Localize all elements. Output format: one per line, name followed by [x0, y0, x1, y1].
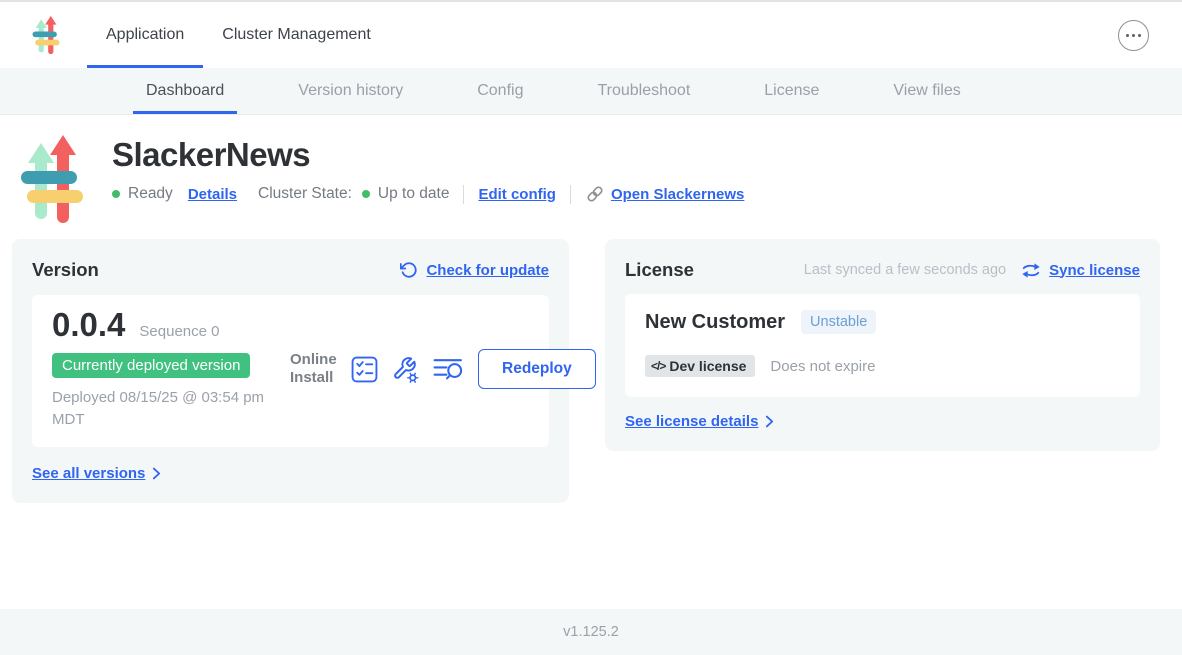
check-for-update-link[interactable]: Check for update [400, 261, 549, 279]
details-link[interactable]: Details [188, 186, 237, 203]
tab-application[interactable]: Application [87, 2, 203, 68]
top-nav-tabs: Application Cluster Management [87, 2, 390, 68]
channel-badge: Unstable [801, 310, 876, 334]
ellipsis-menu-icon[interactable] [1118, 20, 1149, 51]
config-wrench-icon[interactable] [392, 356, 419, 383]
green-status-dot [112, 190, 120, 198]
license-card-title: License [625, 259, 694, 281]
app-sub-navigation: Dashboard Version history Config Trouble… [0, 68, 1182, 115]
license-expiry: Does not expire [770, 358, 875, 375]
current-version-panel: 0.0.4 Sequence 0 Currently deployed vers… [32, 295, 549, 447]
customer-name: New Customer [645, 311, 785, 334]
divider [463, 185, 464, 204]
version-info-column: 0.0.4 Sequence 0 Currently deployed vers… [52, 308, 290, 431]
preflight-checklist-icon[interactable] [351, 356, 378, 383]
open-app-link[interactable]: Open Slackernews [611, 186, 744, 203]
tab-config[interactable]: Config [477, 68, 523, 114]
version-actions: Online Install [290, 349, 596, 389]
menu-dot [1126, 34, 1129, 37]
code-icon: </> [651, 359, 665, 373]
edit-config-link[interactable]: Edit config [478, 186, 556, 203]
license-card: License Last synced a few seconds ago Sy… [605, 239, 1160, 451]
sync-arrows-icon [1021, 262, 1041, 279]
green-status-dot [362, 190, 370, 198]
sequence-label: Sequence 0 [139, 323, 219, 340]
license-type-tag: </> Dev license [645, 355, 755, 377]
slackernews-logo [21, 133, 83, 225]
chevron-right-icon [152, 467, 161, 480]
tab-view-files[interactable]: View files [893, 68, 960, 114]
see-all-versions-link[interactable]: See all versions [32, 465, 161, 482]
tab-license[interactable]: License [764, 68, 819, 114]
deployed-timestamp: Deployed 08/15/25 @ 03:54 pm MDT [52, 387, 290, 431]
top-navigation: Application Cluster Management [0, 0, 1182, 68]
dashboard-cards: Version Check for update 0.0.4 Sequence … [12, 239, 1160, 503]
tab-troubleshoot[interactable]: Troubleshoot [597, 68, 690, 114]
license-info-panel: New Customer Unstable </> Dev license Do… [625, 294, 1140, 397]
chevron-right-icon [765, 415, 774, 428]
divider [570, 185, 571, 204]
sync-license-link[interactable]: Sync license [1021, 262, 1140, 279]
version-number: 0.0.4 [52, 308, 125, 341]
currently-deployed-badge: Currently deployed version [52, 353, 250, 378]
menu-dot [1138, 34, 1141, 37]
tab-dashboard[interactable]: Dashboard [146, 68, 224, 114]
app-header: SlackerNews Ready Details Cluster State:… [0, 115, 1182, 225]
tab-cluster-management[interactable]: Cluster Management [203, 2, 390, 68]
version-card: Version Check for update 0.0.4 Sequence … [12, 239, 569, 503]
app-status-label: Ready [128, 185, 173, 203]
link-icon [585, 184, 605, 204]
page-title: SlackerNews [112, 137, 744, 173]
cluster-state-label: Cluster State: [258, 185, 352, 203]
console-footer: v1.125.2 [0, 609, 1182, 655]
refresh-icon [400, 261, 418, 279]
menu-dot [1132, 34, 1135, 37]
tab-version-history[interactable]: Version history [298, 68, 403, 114]
app-logo-icon [32, 15, 60, 55]
version-card-title: Version [32, 259, 99, 281]
last-synced-label: Last synced a few seconds ago [804, 262, 1006, 278]
cluster-state-value: Up to date [378, 185, 450, 203]
app-status-row: Ready Details Cluster State: Up to date … [112, 184, 744, 204]
redeploy-button[interactable]: Redeploy [478, 349, 596, 389]
see-license-details-link[interactable]: See license details [625, 413, 774, 430]
view-logs-icon[interactable] [433, 357, 464, 382]
install-type-label: Online Install [290, 351, 337, 389]
console-version: v1.125.2 [563, 624, 619, 640]
